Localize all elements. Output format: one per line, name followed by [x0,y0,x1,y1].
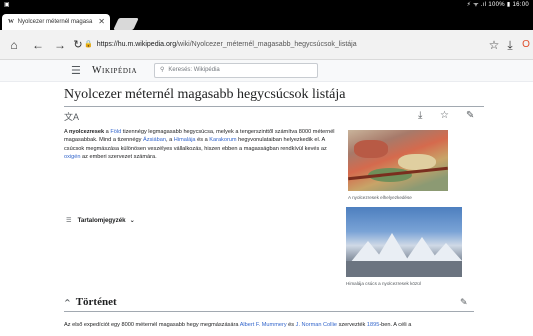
status-indicators: ⚡ ᯤ .ıl 100% ▮ 16:00 [466,2,529,8]
wikipedia-favicon-icon: W [8,19,14,25]
tab-title: Nyolcezer méternél magasa [17,19,93,25]
notification-icon: ▣ [4,2,10,8]
link-azsia[interactable]: Ázsiában [143,137,166,143]
search-icon: ⚲ [160,67,165,73]
image-caption: A nyolcezresek elhelyezkedése [348,195,412,200]
intro-bold-term: nyolcezresek [68,129,105,135]
download-page-icon[interactable]: ⤓ [418,110,422,121]
section-heading[interactable]: ^ Történet [64,296,474,312]
wikipedia-wordmark[interactable]: Wikipédia [92,65,137,76]
intro-text: , a [166,137,174,144]
para-text: Az első expedíciót egy 8000 méternél mag… [64,322,240,328]
bookmark-star-icon[interactable]: ☆ [486,37,502,53]
para-text: és [286,322,296,328]
locations-map-image[interactable] [348,130,448,191]
back-icon[interactable]: ← [30,37,46,53]
link-karakorum[interactable]: Karakorum [209,137,236,143]
menu-icon[interactable]: ☰ [71,64,81,77]
url-path: /wiki/Nyolcezer_méternél_magasabb_hegycs… [176,41,357,48]
section-title: Történet [75,296,117,308]
image-caption: Himalája csúcs a nyolcezresek közül [346,281,421,286]
toc-button[interactable]: ☰ Tartalomjegyzék ⌄ [66,217,135,224]
page-title: Nyolcezer méternél magasabb hegycsúcsok … [64,87,484,107]
intro-text: az emberi szervezet számára. [80,154,157,161]
close-tab-icon[interactable]: ✕ [98,14,105,30]
list-icon: ☰ [66,217,72,224]
chevron-up-icon: ^ [64,298,71,307]
para-text: -ben. A céli a [379,322,412,328]
chevron-down-icon: ⌄ [129,217,135,224]
address-bar[interactable]: 🔒 https://hu.m.wikipedia.org/wiki/Nyolcez… [84,35,464,55]
link-1895[interactable]: 1895 [367,322,379,328]
link-oxigen[interactable]: oxigén [64,154,80,160]
link-mummery[interactable]: Albert F. Mummery [240,322,287,328]
watch-star-icon[interactable]: ☆ [440,110,449,121]
toc-label: Tartalomjegyzék [77,217,126,224]
wiki-header: ☰ Wikipédia ⚲ Keresés: Wikipédia [0,60,533,82]
lock-icon: 🔒 [84,41,93,48]
url-host: https://hu.m.wikipedia.org [96,41,177,48]
home-icon[interactable]: ⌂ [6,37,22,53]
tab-strip: W Nyolcezer méternél magasa ✕ [0,10,533,30]
intro-paragraph: A nyolcezresek a Föld tizennégy legmagas… [64,128,339,162]
section-edit-pencil-icon[interactable]: ✎ [460,297,468,308]
edit-pencil-icon[interactable]: ✎ [466,110,474,121]
download-icon[interactable]: ⤓ [502,37,518,53]
new-tab-button[interactable] [113,18,139,30]
link-collie[interactable]: J. Norman Collie [296,322,337,328]
status-bar: ▣ ⚡ ᯤ .ıl 100% ▮ 16:00 [0,0,533,10]
language-icon[interactable]: 文A [64,110,79,123]
para-text: szervezték [337,322,367,328]
section-paragraph: Az első expedíciót egy 8000 méternél mag… [64,321,484,329]
forward-icon[interactable]: → [52,37,68,53]
mountain-photo-image[interactable] [346,207,462,277]
intro-text: és a [195,137,210,144]
search-placeholder: Keresés: Wikipédia [168,67,220,73]
link-himalaja[interactable]: Himalája [174,137,196,143]
search-input[interactable]: ⚲ Keresés: Wikipédia [154,63,318,78]
opera-menu-icon[interactable]: O [518,37,533,53]
browser-tab[interactable]: W Nyolcezer méternél magasa ✕ [2,14,110,30]
browser-toolbar: ⌂ ← → ↻ 🔒 https://hu.m.wikipedia.org/wiki… [0,30,533,60]
link-fold[interactable]: Föld [110,129,121,135]
